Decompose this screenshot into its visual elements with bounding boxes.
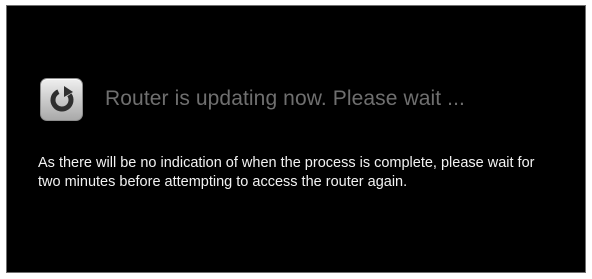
refresh-arrow-glyph xyxy=(50,86,73,112)
router-update-dialog: Router is updating now. Please wait ... … xyxy=(6,5,586,273)
update-refresh-icon xyxy=(40,77,83,121)
update-status-title: Router is updating now. Please wait ... xyxy=(105,87,465,110)
update-instructions-text: As there will be no indication of when t… xyxy=(38,155,535,190)
update-status-header: Router is updating now. Please wait ... xyxy=(40,74,465,124)
